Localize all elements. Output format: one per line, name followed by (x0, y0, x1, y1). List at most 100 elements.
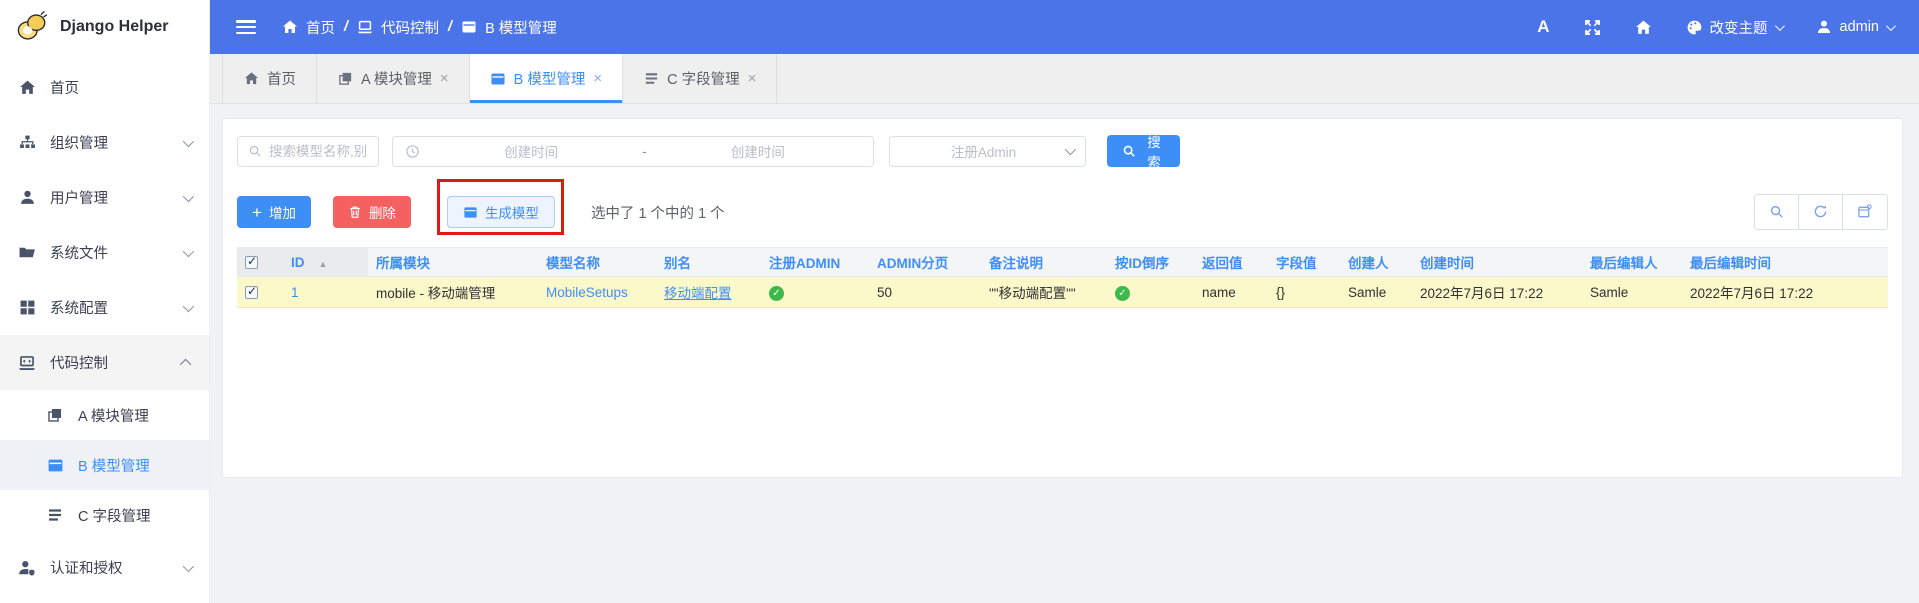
trash-icon (348, 205, 362, 219)
header-alias[interactable]: 别名 (656, 248, 761, 277)
row-last-editor: Samle (1582, 277, 1682, 308)
home-icon (1635, 19, 1652, 36)
user-icon (1816, 19, 1833, 36)
sidebar-item-code-control[interactable]: 代码控制 (0, 335, 209, 390)
header-module[interactable]: 所属模块 (368, 248, 538, 277)
tab-home[interactable]: 首页 (222, 54, 317, 103)
row-field-value: {} (1268, 277, 1340, 308)
home-icon (282, 19, 299, 36)
font-size-button[interactable]: A (1537, 17, 1549, 37)
created-date-range-picker[interactable]: 创建时间 - 创建时间 (392, 136, 874, 167)
toolbar-row: 增加 删除 生成模型 (237, 194, 1888, 230)
breadcrumb: 首页 / 代码控制 / B 模型管理 (282, 17, 557, 38)
fullscreen-button[interactable] (1584, 19, 1601, 36)
sidebar-item-home[interactable]: 首页 (0, 60, 209, 115)
navbar-tools: A 改变主题 (1537, 17, 1893, 38)
header-model-name[interactable]: 模型名称 (538, 248, 656, 277)
row-id-link[interactable]: 1 (291, 285, 299, 300)
row-last-edited-at: 2022年7月6日 17:22 (1682, 277, 1888, 308)
top-navbar: 首页 / 代码控制 / B 模型管理 A (210, 0, 1919, 54)
generate-model-wrapper: 生成模型 (447, 196, 555, 228)
tab-model-b[interactable]: B 模型管理 (470, 54, 623, 103)
laptop-icon (357, 19, 374, 36)
bee-logo-icon (14, 10, 50, 44)
sidebar-item-label: 首页 (50, 77, 79, 98)
chevron-down-icon (183, 245, 194, 256)
username: admin (1840, 19, 1880, 35)
header-field-value[interactable]: 字段值 (1268, 248, 1340, 277)
sidebar-item-config[interactable]: 系统配置 (0, 280, 209, 335)
header-order-desc[interactable]: 按ID倒序 (1107, 248, 1194, 277)
close-tab-icon[interactable] (440, 71, 449, 86)
tab-module-a[interactable]: A 模块管理 (317, 54, 470, 103)
main-area: 首页 / 代码控制 / B 模型管理 A (210, 0, 1919, 603)
window-icon (461, 19, 478, 36)
check-circle-icon (769, 286, 784, 301)
close-tab-icon[interactable] (593, 71, 602, 86)
tab-field-c[interactable]: C 字段管理 (623, 54, 777, 103)
user-dropdown[interactable]: admin (1816, 19, 1894, 36)
header-creator[interactable]: 创建人 (1340, 248, 1412, 277)
header-created-at[interactable]: 创建时间 (1412, 248, 1582, 277)
header-last-editor[interactable]: 最后编辑人 (1582, 248, 1682, 277)
sidebar-item-label: 组织管理 (50, 132, 108, 153)
header-id[interactable]: ID▲ (283, 248, 368, 277)
sidebar-item-auth[interactable]: 认证和授权 (0, 540, 209, 595)
tab-label: B 模型管理 (514, 68, 586, 89)
row-register-admin (761, 277, 869, 308)
model-search-input[interactable] (269, 144, 368, 159)
sidebar-item-label: B 模型管理 (78, 455, 150, 476)
header-last-edited-at[interactable]: 最后编辑时间 (1682, 248, 1888, 277)
sidebar-item-module-a[interactable]: A 模块管理 (0, 390, 209, 440)
table-search-button[interactable] (1755, 195, 1799, 229)
add-button[interactable]: 增加 (237, 196, 311, 228)
home-button[interactable] (1635, 19, 1652, 36)
sidebar-item-org[interactable]: 组织管理 (0, 115, 209, 170)
tab-label: 首页 (267, 68, 296, 89)
list-icon (643, 71, 659, 87)
sidebar-item-files[interactable]: 系统文件 (0, 225, 209, 280)
header-return-value[interactable]: 返回值 (1194, 248, 1268, 277)
sidebar-item-users[interactable]: 用户管理 (0, 170, 209, 225)
table-refresh-button[interactable] (1799, 195, 1843, 229)
table-row[interactable]: 1 mobile - 移动端管理 MobileSetups 移动端配置 50 "… (237, 277, 1888, 308)
row-order-desc (1107, 277, 1194, 308)
laptop-icon (18, 354, 36, 372)
header-register-admin[interactable]: 注册ADMIN (761, 248, 869, 277)
delete-button[interactable]: 删除 (333, 196, 411, 228)
chevron-down-icon (1886, 21, 1896, 31)
sidebar-item-model-b[interactable]: B 模型管理 (0, 440, 209, 490)
table-columns-button[interactable] (1843, 195, 1887, 229)
header-remark[interactable]: 备注说明 (981, 248, 1107, 277)
window-icon (463, 205, 478, 220)
close-tab-icon[interactable] (748, 71, 757, 86)
hamburger-menu-icon[interactable] (236, 20, 256, 34)
search-button[interactable]: 搜索 (1107, 135, 1180, 167)
breadcrumb-model-b[interactable]: B 模型管理 (461, 17, 557, 38)
generate-model-button[interactable]: 生成模型 (447, 196, 555, 228)
breadcrumb-home[interactable]: 首页 (282, 17, 335, 38)
row-alias-link[interactable]: 移动端配置 (664, 286, 732, 301)
sidebar-item-label: 代码控制 (50, 352, 108, 373)
row-created-at: 2022年7月6日 17:22 (1412, 277, 1582, 308)
sidebar-item-field-c[interactable]: C 字段管理 (0, 490, 209, 540)
breadcrumb-code-control[interactable]: 代码控制 (357, 17, 439, 38)
select-all-checkbox[interactable] (245, 256, 258, 269)
columns-icon (1857, 204, 1873, 220)
selection-status-text: 选中了 1 个中的 1 个 (591, 202, 725, 223)
row-creator: Samle (1340, 277, 1412, 308)
row-checkbox[interactable] (245, 286, 258, 299)
register-admin-select[interactable]: 注册Admin (889, 136, 1086, 167)
header-admin-page[interactable]: ADMIN分页 (869, 248, 981, 277)
theme-dropdown[interactable]: 改变主题 (1686, 17, 1782, 38)
chevron-down-icon (183, 190, 194, 201)
date-start-placeholder: 创建时间 (428, 141, 634, 161)
row-model-name-link[interactable]: MobileSetups (546, 285, 628, 300)
models-table: ID▲ 所属模块 模型名称 别名 注册ADMIN ADMIN分页 备注说明 按I… (237, 247, 1888, 308)
table-tools-group (1754, 194, 1888, 230)
chevron-up-icon (180, 358, 191, 369)
sidebar-item-label: A 模块管理 (78, 405, 149, 426)
chevron-down-icon (1065, 144, 1076, 155)
sidebar-item-label: 用户管理 (50, 187, 108, 208)
select-all-cell (237, 248, 283, 277)
